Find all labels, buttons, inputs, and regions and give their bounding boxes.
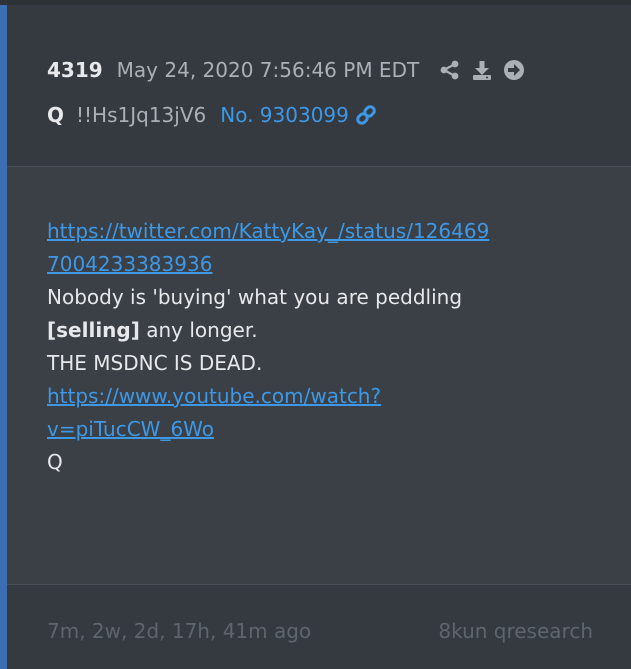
post-number-link[interactable]: No. 9303099 [220,103,349,127]
twitter-link-line1: https://twitter.com/KattyKay_/status/126… [47,219,490,243]
twitter-link-line2: 7004233383936 [47,252,213,276]
post-text: https://twitter.com/KattyKay_/status/126… [47,215,607,479]
time-ago: 7m, 2w, 2d, 17h, 41m ago [47,619,312,643]
download-icon[interactable] [471,59,493,81]
post-footer: 7m, 2w, 2d, 17h, 41m ago 8kun qresearch [7,585,631,669]
signature: Q [47,450,63,474]
post-meta-row: 4319 May 24, 2020 7:56:46 PM EDT [47,55,525,85]
twitter-link[interactable]: https://twitter.com/KattyKay_/status/126… [47,215,607,281]
link-icon[interactable] [355,104,377,126]
post-card: 4319 May 24, 2020 7:56:46 PM EDT Q !!Hs1… [0,0,631,669]
tripcode: !!Hs1Jq13jV6 [76,103,207,127]
post-number: 4319 [47,58,103,82]
post-date: May 24, 2020 7:56:46 PM EDT [116,58,420,82]
arrow-right-circle-icon[interactable] [503,59,525,81]
text-line: Nobody is 'buying' what you are peddling [47,285,463,309]
text-line: THE MSDNC IS DEAD. [47,351,263,375]
post-body: https://twitter.com/KattyKay_/status/126… [7,167,631,585]
youtube-link-line2: v=piTucCW_6Wo [47,417,215,441]
youtube-link-line1: https://www.youtube.com/watch? [47,384,382,408]
youtube-link[interactable]: https://www.youtube.com/watch? v=piTucCW… [47,380,607,446]
accent-bar [0,5,7,669]
bold-text: [selling] [47,318,140,342]
post-header: 4319 May 24, 2020 7:56:46 PM EDT Q !!Hs1… [7,5,631,167]
author-row: Q !!Hs1Jq13jV6 No. 9303099 [47,100,377,130]
text-line: [selling] any longer. [47,314,607,347]
text-span: any longer. [139,318,258,342]
share-icon[interactable] [439,59,461,81]
author-name: Q [47,103,65,127]
source-label: 8kun qresearch [438,619,593,643]
